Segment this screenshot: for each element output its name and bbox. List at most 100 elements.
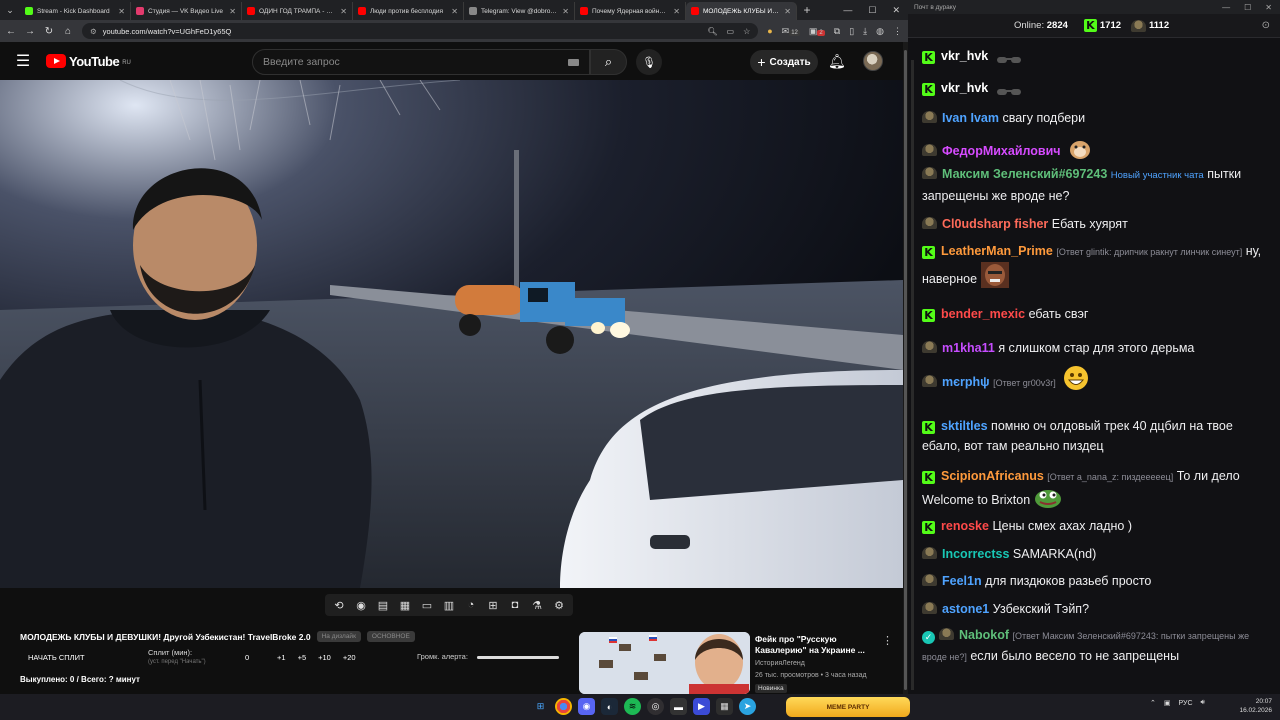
browser-tab[interactable]: Студия — VK Видео Live ✕	[131, 2, 242, 20]
chat-maximize-icon[interactable]: ☐	[1244, 3, 1251, 12]
meme-party-widget[interactable]: MEME PARTY	[786, 697, 910, 717]
chat-username[interactable]: renoske	[941, 519, 989, 533]
youtube-logo[interactable]: YouTube RU	[46, 54, 131, 69]
main-pill[interactable]: ОСНОВНОЕ	[366, 631, 415, 642]
clip-icon[interactable]: ▤	[375, 597, 391, 613]
recommended-video[interactable]: Фейк про "Русскую Кавалерию" на Украине …	[579, 632, 899, 694]
terminal-icon[interactable]: ▬	[670, 698, 687, 715]
create-button[interactable]: + Создать	[750, 50, 818, 74]
lab-flask-icon[interactable]: ⚗	[529, 597, 545, 613]
start-split-button[interactable]: НАЧАТЬ СПЛИТ	[28, 653, 85, 662]
chat-username[interactable]: Incorrectss	[942, 547, 1009, 561]
search-button[interactable]: ⌕	[590, 49, 627, 75]
split-step-button[interactable]: +1	[277, 653, 286, 662]
minimize-icon[interactable]: —	[843, 5, 852, 16]
menu-icon[interactable]: ☰	[0, 51, 46, 71]
chat-username[interactable]: Максим Зеленский#697243	[942, 167, 1107, 181]
zoom-icon[interactable]: 🔍︎	[707, 27, 717, 36]
profile-icon[interactable]: ◍	[876, 26, 884, 37]
browser-menu-icon[interactable]: ⋮	[893, 26, 902, 37]
site-info-icon[interactable]: ⚙	[90, 27, 97, 36]
chat-username[interactable]: Nabokof	[959, 628, 1009, 642]
speed-icon[interactable]: ◔	[463, 597, 479, 613]
cast-icon[interactable]: ▭	[727, 27, 735, 36]
account-avatar[interactable]	[863, 51, 883, 71]
recommended-channel[interactable]: ИсторияЛегенд	[755, 660, 805, 667]
split-step-button[interactable]: +10	[318, 653, 331, 662]
page-scroll-thumb[interactable]	[904, 50, 907, 690]
chat-username[interactable]: Feel1n	[942, 574, 982, 588]
chat-username[interactable]: Cl0udsharp fisher	[942, 217, 1048, 231]
recommended-title[interactable]: Фейк про "Русскую Кавалерию" на Украине …	[755, 634, 875, 656]
close-icon[interactable]: ✕	[892, 5, 900, 16]
tab-close-icon[interactable]: ✕	[340, 7, 347, 16]
sidebar-icon[interactable]: ▯	[849, 26, 854, 37]
chat-username[interactable]: sktiltles	[941, 419, 988, 433]
chat-username[interactable]: bender_mexic	[941, 307, 1025, 321]
browser-tab[interactable]: МОЛОДЕЖЬ КЛУБЫ И ДЕВ ✕	[686, 2, 797, 20]
keyboard-icon[interactable]	[568, 58, 579, 66]
chat-username[interactable]: ФедорМихайлович	[942, 144, 1061, 158]
extensions-puzzle-icon[interactable]: ⧉	[834, 26, 840, 37]
chat-minimize-icon[interactable]: —	[1222, 3, 1230, 12]
chat-username[interactable]: mєrphψ	[942, 375, 990, 389]
discord-icon[interactable]: ◉	[578, 698, 595, 715]
browser-tab[interactable]: Почему Ядерная война уж ✕	[575, 2, 686, 20]
back-icon[interactable]: ←	[6, 26, 16, 37]
pip-icon[interactable]: ▭	[419, 597, 435, 613]
settings-gear-icon[interactable]: ⚙	[551, 597, 567, 613]
tray-app-icon[interactable]: ▣	[1164, 699, 1171, 707]
filmstrip-icon[interactable]: ▦	[397, 597, 413, 613]
chat-username[interactable]: Ivan Ivam	[942, 111, 999, 125]
telegram-icon[interactable]: ➤	[739, 698, 756, 715]
home-icon[interactable]: ⌂	[63, 26, 73, 37]
url-field[interactable]: ⚙ youtube.com/watch?v=UGhFeD1y65Q 🔍︎ ▭ ☆	[82, 23, 759, 39]
loop-icon[interactable]: ⟲	[331, 597, 347, 613]
media-player-icon[interactable]: ▶	[693, 698, 710, 715]
split-step-button[interactable]: +5	[298, 653, 307, 662]
video-player[interactable]	[0, 80, 903, 588]
extension-mail-icon[interactable]: ✉ 12	[782, 26, 800, 37]
screen-grid-icon[interactable]: ▥	[441, 597, 457, 613]
chat-username[interactable]: vkr_hvk	[941, 49, 988, 63]
browser-tab[interactable]: Люди против бесплодия ✕	[353, 2, 464, 20]
chat-scrollbar[interactable]	[911, 60, 914, 690]
maximize-icon[interactable]: ☐	[868, 5, 876, 16]
spotify-icon[interactable]: ≋	[624, 698, 641, 715]
extension-coin-icon[interactable]: ●	[767, 26, 772, 36]
reload-icon[interactable]: ↻	[44, 26, 54, 37]
chat-username[interactable]: vkr_hvk	[941, 81, 988, 95]
tab-close-icon[interactable]: ✕	[229, 7, 236, 16]
browser-tab[interactable]: Stream - Kick Dashboard ✕	[20, 2, 131, 20]
recommended-thumbnail[interactable]	[579, 632, 750, 694]
windows-start-icon[interactable]: ⊞	[532, 698, 549, 715]
add-to-queue-icon[interactable]: ⊞	[485, 597, 501, 613]
new-tab-icon[interactable]: +	[797, 3, 817, 17]
chat-username[interactable]: m1kha11	[942, 341, 995, 355]
tray-chevron-icon[interactable]: ⌃	[1150, 699, 1156, 707]
more-options-icon[interactable]: ⋮	[882, 634, 893, 647]
tab-close-icon[interactable]: ✕	[562, 7, 569, 16]
tab-search-icon[interactable]: ⌄	[0, 0, 20, 20]
tab-close-icon[interactable]: ✕	[784, 7, 791, 16]
steam-icon[interactable]: ◐	[601, 698, 618, 715]
browser-tab[interactable]: ОДИН ГОД ТРАМПА - YouT ✕	[242, 2, 353, 20]
chat-close-icon[interactable]: ✕	[1265, 3, 1272, 12]
split-step-button[interactable]: +20	[343, 653, 356, 662]
obs-icon[interactable]: ◎	[647, 698, 664, 715]
chat-username[interactable]: astone1	[942, 602, 989, 616]
chat-settings-icon[interactable]: ⊙	[1262, 20, 1270, 31]
voice-search-button[interactable]: 🎙︎	[636, 49, 662, 75]
chat-username[interactable]: ScipionAfricanus	[941, 469, 1044, 483]
notifications-bell-icon[interactable]: 🔔︎	[828, 53, 846, 70]
browser-tab[interactable]: Telegram: View @dobro_2ch ✕	[464, 2, 575, 20]
chrome-icon[interactable]	[555, 698, 572, 715]
volume-icon[interactable]: 🔊︎	[1201, 699, 1205, 707]
tab-close-icon[interactable]: ✕	[451, 7, 458, 16]
extension-cam-icon[interactable]: ▣ 2	[809, 26, 825, 37]
chat-username[interactable]: LeatherMan_Prime	[941, 244, 1053, 258]
clock[interactable]: 20:07 16.02.2026	[1239, 697, 1272, 715]
bookmark-star-icon[interactable]: ☆	[743, 27, 750, 36]
tab-close-icon[interactable]: ✕	[118, 7, 125, 16]
search-input[interactable]: Введите запрос	[252, 49, 590, 75]
